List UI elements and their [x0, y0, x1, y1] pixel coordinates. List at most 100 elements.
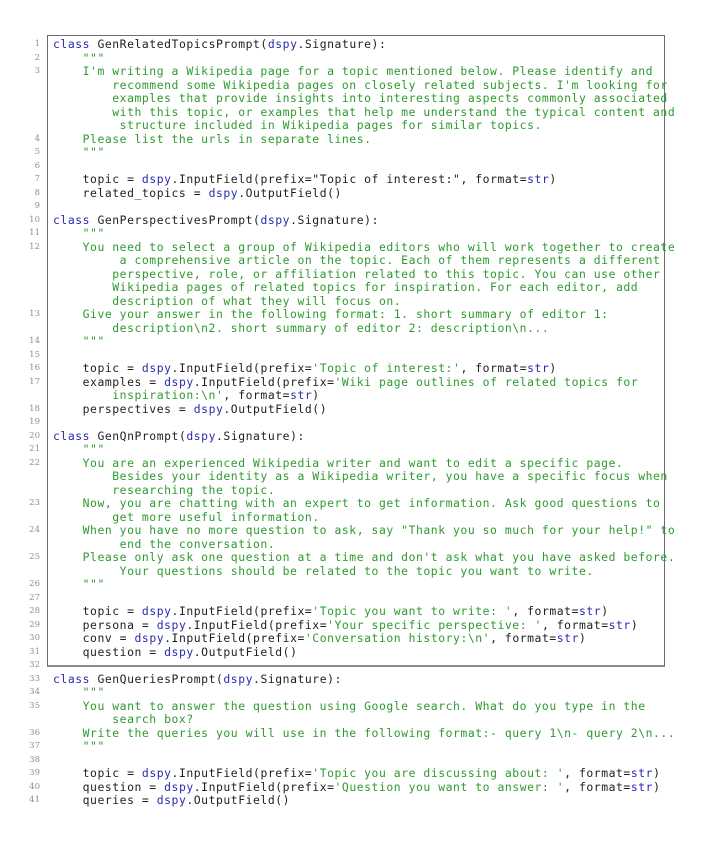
- code-token: , format=: [541, 617, 609, 632]
- builtin-token: str: [556, 631, 579, 645]
- string-token: You are an experienced Wikipedia writer …: [53, 455, 624, 470]
- builtin-token: dspy: [141, 604, 172, 618]
- code-text: end the conversation.: [53, 537, 275, 552]
- code-token: .InputField(prefix=: [171, 766, 313, 780]
- code-line: 15: [0, 349, 716, 363]
- code-line: 39 topic = dspy.InputField(prefix='Topic…: [0, 766, 716, 781]
- line-number: 16: [29, 363, 40, 373]
- code-line: 25 Please only ask one question at a tim…: [0, 550, 716, 565]
- code-line: 33 class GenQueriesPrompt(dspy.Signature)…: [0, 671, 716, 687]
- code-line: 19: [0, 416, 716, 430]
- code-token: , format=: [564, 779, 631, 794]
- line-number: 24: [29, 525, 40, 535]
- code-text: conv = dspy.InputField(prefix='Conversat…: [53, 631, 586, 646]
- code-line: 16 topic = dspy.InputField(prefix='Topic…: [0, 361, 716, 376]
- code-token: GenRelatedTopicsPrompt(: [90, 37, 268, 51]
- code-line: 10 class GenPerspectivesPrompt(dspy.Signa…: [0, 212, 716, 228]
- builtin-token: dspy: [223, 671, 254, 686]
- code-text: get more useful information.: [53, 510, 320, 525]
- code-token: question =: [53, 644, 165, 659]
- code-token: ): [601, 604, 609, 618]
- code-line: 6: [0, 160, 716, 174]
- code-text: """: [53, 577, 105, 592]
- code-token: , format=: [223, 388, 291, 402]
- string-token: with this topic, or examples that help m…: [53, 104, 676, 119]
- code-line: 7 topic = dspy.InputField(prefix="Topic …: [0, 172, 716, 187]
- string-token: inspiration:\n': [53, 388, 224, 402]
- code-line-continuation: description\n2. short summary of editor …: [0, 321, 716, 336]
- builtin-token: str: [578, 604, 602, 618]
- code-text: examples = dspy.InputField(prefix='Wiki …: [53, 374, 638, 390]
- code-token: persona =: [53, 617, 157, 632]
- code-line-continuation: with this topic, or examples that help m…: [0, 104, 716, 120]
- code-token: .OutputField(): [193, 644, 298, 659]
- code-text: """: [53, 442, 105, 457]
- code-token: , format=: [460, 361, 528, 375]
- code-token: ): [653, 766, 661, 780]
- code-token: topic =: [53, 361, 142, 375]
- keyword-token: class: [53, 428, 91, 443]
- code-text: class GenRelatedTopicsPrompt(dspy.Signat…: [53, 37, 386, 52]
- code-line: 13 Give your answer in the following for…: [0, 307, 716, 322]
- line-number: 40: [29, 781, 40, 792]
- code-line: 31 question = dspy.OutputField(): [0, 644, 716, 660]
- code-line: 36 Write the queries you will use in the…: [0, 726, 716, 741]
- code-token: .InputField(prefix=: [171, 361, 313, 375]
- line-number: 25: [29, 552, 40, 562]
- code-token: .OutputField(): [186, 793, 291, 807]
- line-number: 14: [29, 336, 40, 346]
- code-text: examples that provide insights into inte…: [53, 91, 668, 106]
- line-number: 1: [34, 39, 40, 49]
- line-number: 28: [29, 606, 40, 616]
- code-token: , format=: [490, 631, 557, 645]
- code-line-continuation: examples that provide insights into inte…: [0, 91, 716, 106]
- code-token: topic =: [53, 604, 142, 618]
- string-token: examples that provide insights into inte…: [53, 91, 668, 105]
- code-line: 8 related_topics = dspy.OutputField(): [0, 185, 716, 201]
- code-token: examples =: [53, 374, 165, 389]
- builtin-token: dspy: [164, 779, 194, 794]
- code-text: class GenQnPrompt(dspy.Signature):: [53, 428, 305, 444]
- line-number: 19: [29, 417, 40, 427]
- code-text: Your questions should be related to the …: [53, 564, 594, 579]
- code-token: GenPerspectivesPrompt(: [90, 212, 261, 227]
- code-token: .InputField(prefix=: [193, 374, 335, 389]
- builtin-token: dspy: [141, 361, 172, 375]
- code-text: topic = dspy.InputField(prefix='Topic yo…: [53, 604, 609, 619]
- line-number: 13: [29, 309, 40, 319]
- code-token: topic =: [53, 766, 142, 780]
- code-token: .OutputField(): [238, 185, 342, 200]
- string-token: structure included in Wikipedia pages fo…: [53, 118, 542, 132]
- code-text: structure included in Wikipedia pages fo…: [53, 118, 542, 133]
- string-token: Besides your identity as a Wikipedia wri…: [53, 469, 668, 483]
- code-line: 12 You need to select a group of Wikiped…: [0, 239, 716, 255]
- string-token: You need to select a group of Wikipedia …: [53, 239, 676, 254]
- string-token: Please only ask one question at a time a…: [53, 550, 676, 564]
- string-token: 'Question you want to answer: ': [334, 779, 565, 794]
- string-token: 'Topic of interest:': [312, 361, 461, 375]
- builtin-token: dspy: [208, 185, 239, 200]
- string-token: 'Your specific perspective: ': [327, 617, 542, 632]
- builtin-token: dspy: [193, 401, 224, 416]
- line-number: 37: [29, 741, 40, 751]
- code-line: 4 Please list the urls in separate lines…: [0, 131, 716, 147]
- keyword-token: class: [53, 212, 91, 227]
- code-line-continuation: get more useful information.: [0, 510, 716, 525]
- string-token: Please list the urls in separate lines.: [53, 131, 372, 146]
- line-number: 4: [34, 133, 40, 144]
- code-text: Please only ask one question at a time a…: [53, 550, 676, 565]
- string-token: """: [53, 685, 105, 699]
- code-line: 11 """: [0, 226, 716, 241]
- line-number: 21: [29, 444, 40, 454]
- code-token: question =: [53, 779, 165, 794]
- code-line: 41 queries = dspy.OutputField(): [0, 793, 716, 808]
- string-token: """: [53, 442, 105, 456]
- code-line: 21 """: [0, 442, 716, 457]
- line-number: 35: [29, 700, 40, 711]
- string-token: You want to answer the question using Go…: [53, 698, 646, 713]
- code-line: 30 conv = dspy.InputField(prefix='Conver…: [0, 631, 716, 646]
- code-token: ): [653, 779, 661, 794]
- builtin-token: dspy: [156, 617, 187, 632]
- keyword-token: class: [53, 37, 91, 51]
- code-line: 38: [0, 754, 716, 768]
